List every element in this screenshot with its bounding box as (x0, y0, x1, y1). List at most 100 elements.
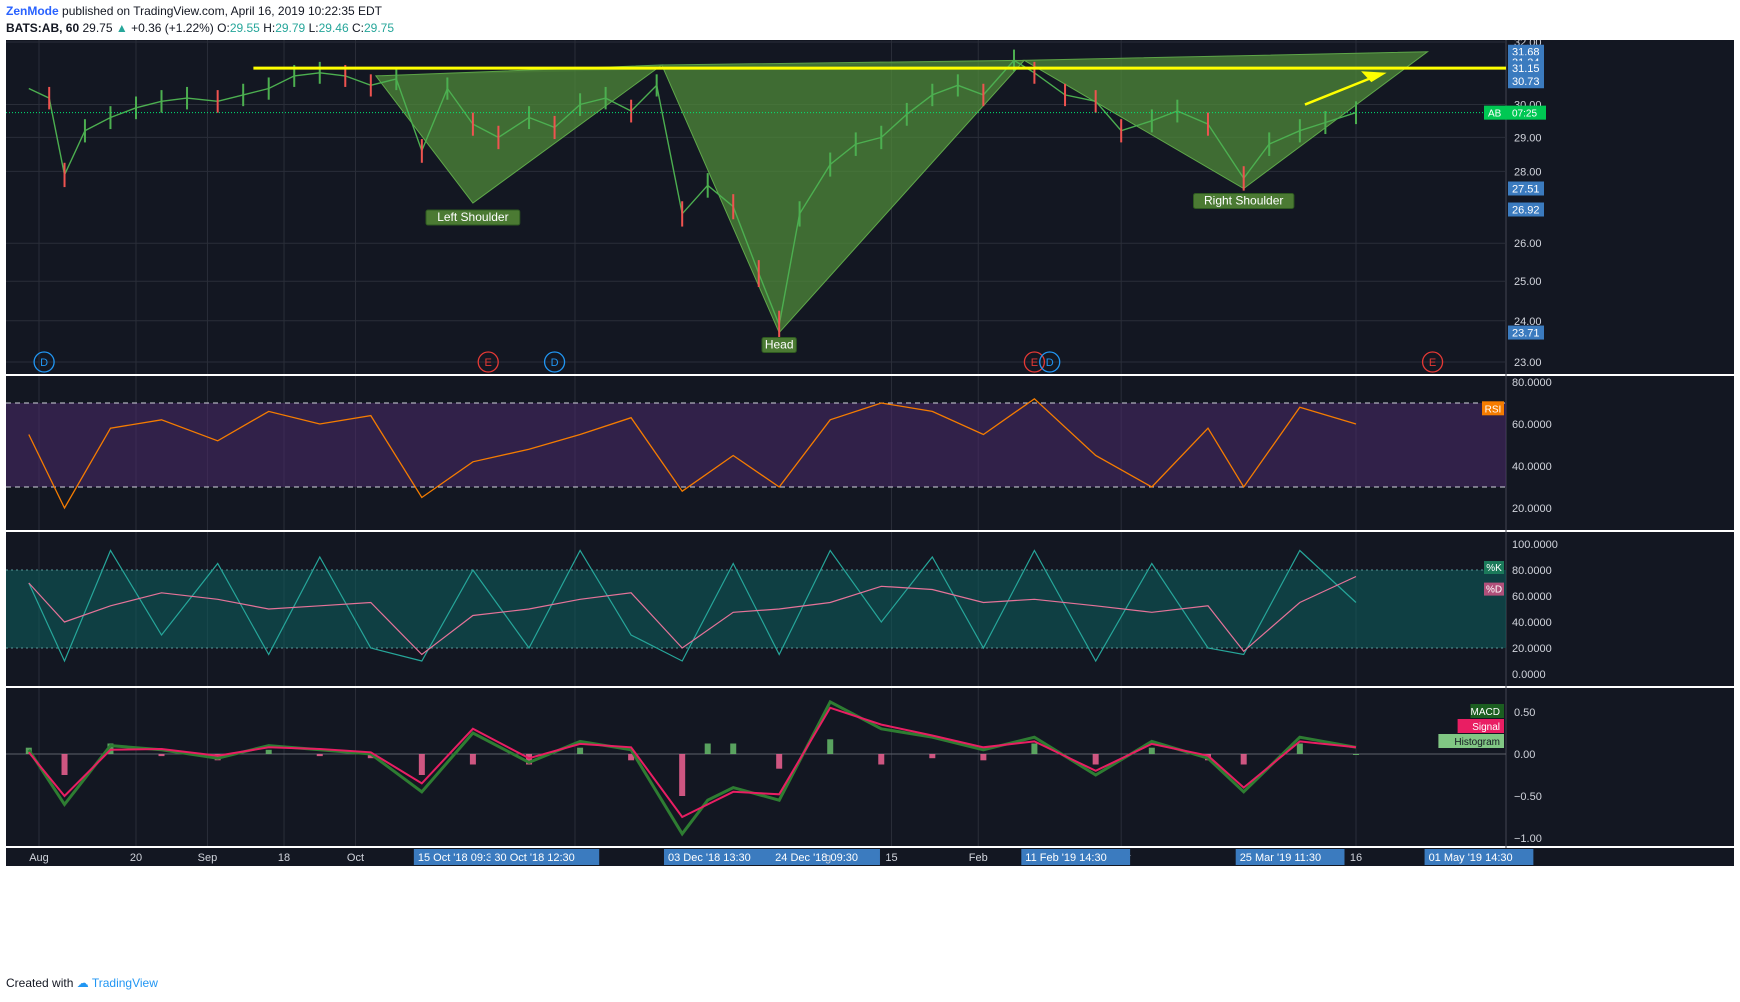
macd-histogram-bar (980, 754, 987, 761)
price-badge: 26.92 (1512, 205, 1540, 217)
macd-histogram-bar (1148, 747, 1155, 754)
chart-canvas[interactable]: Left ShoulderHeadRight ShoulderD E D E D E32.… (6, 40, 1734, 970)
event-marker-letter: D (40, 357, 48, 369)
x-axis-label: 16 (1350, 852, 1362, 864)
x-axis-label: 20 (130, 852, 142, 864)
macd-histogram-bar (1031, 743, 1038, 754)
low-label: L: (308, 21, 319, 35)
macd-histogram-bar (1296, 743, 1303, 754)
price-axis-label: 23.00 (1514, 357, 1542, 369)
rsi-axis-label: 60.0000 (1512, 419, 1552, 431)
x-axis-label: Aug (29, 852, 49, 864)
rsi-axis-label: 80.0000 (1512, 377, 1552, 389)
macd-histogram-bar (265, 749, 272, 754)
pattern-label: Head (765, 338, 794, 352)
x-axis-label: Oct (347, 852, 364, 864)
up-arrow-icon: ▲ (115, 21, 128, 35)
macd-histogram-bar (158, 754, 165, 757)
stoch-axis-label: 60.0000 (1512, 591, 1552, 603)
macd-axis-label: 0.50 (1514, 707, 1535, 719)
stoch-axis-label: 20.0000 (1512, 643, 1552, 655)
macd-histogram-bar (827, 739, 834, 754)
macd-histogram-bar (577, 747, 584, 754)
macd-histogram-bar (704, 743, 711, 754)
x-axis-label: 15 (885, 852, 897, 864)
macd-legend: MACD (1471, 707, 1500, 718)
macd-histogram-bar (418, 754, 425, 775)
current-price-symbol: AB (1488, 109, 1502, 120)
macd-histogram-bar (730, 743, 737, 754)
symbol-line: BATS:AB, 60 29.75 ▲ +0.36 (+1.22%) O:29.… (6, 21, 394, 35)
price-axis-label: 26.00 (1514, 238, 1542, 250)
author-name[interactable]: ZenMode (6, 4, 59, 18)
event-marker-letter: D (1046, 357, 1054, 369)
open-label: O: (217, 21, 230, 35)
macd-histogram-bar (1092, 754, 1099, 765)
macd-axis-label: −1.00 (1514, 833, 1542, 845)
rsi-axis-label: 40.0000 (1512, 461, 1552, 473)
event-marker-letter: D (551, 357, 559, 369)
price-badge: 27.51 (1512, 183, 1540, 195)
current-price-time: 07:25 (1512, 109, 1537, 120)
macd-histogram-bar (316, 754, 323, 757)
x-highlight-label: 25 Mar '19 11:30 (1240, 852, 1321, 864)
pattern-label: Left Shoulder (437, 210, 508, 224)
x-highlight-label: 24 Dec '18 09:30 (775, 852, 858, 864)
x-axis-fragment: g (825, 852, 831, 864)
macd-legend: Histogram (1454, 737, 1500, 748)
x-axis-label: Feb (969, 852, 988, 864)
price-axis-label: 25.00 (1514, 276, 1542, 288)
stoch-axis-label: 100.0000 (1512, 539, 1558, 551)
close-label: C: (351, 21, 364, 35)
publication-line: ZenMode published on TradingView.com, Ap… (6, 4, 382, 18)
macd-axis-label: 0.00 (1514, 749, 1535, 761)
stoch-axis-label: 40.0000 (1512, 617, 1552, 629)
macd-histogram-bar (878, 754, 885, 765)
x-highlight-label: 15 Oct '18 09:30 (418, 852, 498, 864)
pattern-label: Right Shoulder (1204, 193, 1283, 207)
close-value: 29.75 (363, 21, 394, 35)
created-with-text: Created with (6, 976, 74, 990)
macd-histogram-bar (929, 754, 936, 759)
x-axis-label: Sep (198, 852, 218, 864)
macd-histogram-bar (469, 754, 476, 765)
open-value: 29.55 (229, 21, 260, 35)
price-axis-label: 28.00 (1514, 166, 1542, 178)
event-marker-letter: E (485, 357, 492, 369)
published-text: published on TradingView.com, April 16, … (62, 4, 383, 18)
high-label: H: (263, 21, 276, 35)
tradingview-brand[interactable]: TradingView (92, 976, 158, 990)
x-highlight-label: 03 Dec '18 13:30 (668, 852, 751, 864)
x-highlight-label: 01 May '19 14:30 (1429, 852, 1513, 864)
last-price: 29.75 (82, 21, 113, 35)
symbol-name[interactable]: BATS:AB, 60 (6, 21, 79, 35)
footer: Created with ☁ TradingView (6, 976, 158, 990)
event-marker-letter: E (1429, 357, 1436, 369)
macd-legend: Signal (1472, 722, 1500, 733)
x-highlight-label: 30 Oct '18 12:30 (494, 852, 574, 864)
price-axis-background (1506, 40, 1734, 866)
low-value: 29.46 (318, 21, 349, 35)
price-axis-label: 29.00 (1514, 132, 1542, 144)
price-change: +0.36 (+1.22%) (131, 21, 214, 35)
macd-histogram-bar (61, 754, 68, 775)
high-value: 29.79 (275, 21, 306, 35)
macd-histogram-bar (776, 754, 783, 769)
macd-histogram-bar (1353, 754, 1359, 755)
macd-axis-label: −0.50 (1514, 791, 1542, 803)
stoch-k-legend: %K (1486, 563, 1502, 574)
price-badge: 23.71 (1512, 328, 1540, 340)
price-badge: 30.73 (1512, 76, 1540, 88)
rsi-band (6, 403, 1506, 487)
rsi-legend: RSI (1485, 404, 1502, 415)
x-axis-label: 18 (278, 852, 290, 864)
stoch-axis-label: 80.0000 (1512, 565, 1552, 577)
x-highlight-label: 11 Feb '19 14:30 (1025, 852, 1106, 864)
tradingview-logo-icon[interactable]: ☁ (77, 976, 89, 990)
event-marker-letter: E (1031, 357, 1038, 369)
rsi-axis-label: 20.0000 (1512, 503, 1552, 515)
stoch-d-legend: %D (1486, 585, 1502, 596)
price-badge: 31.15 (1512, 63, 1540, 75)
macd-histogram-bar (679, 754, 686, 796)
macd-histogram-bar (1240, 754, 1247, 765)
